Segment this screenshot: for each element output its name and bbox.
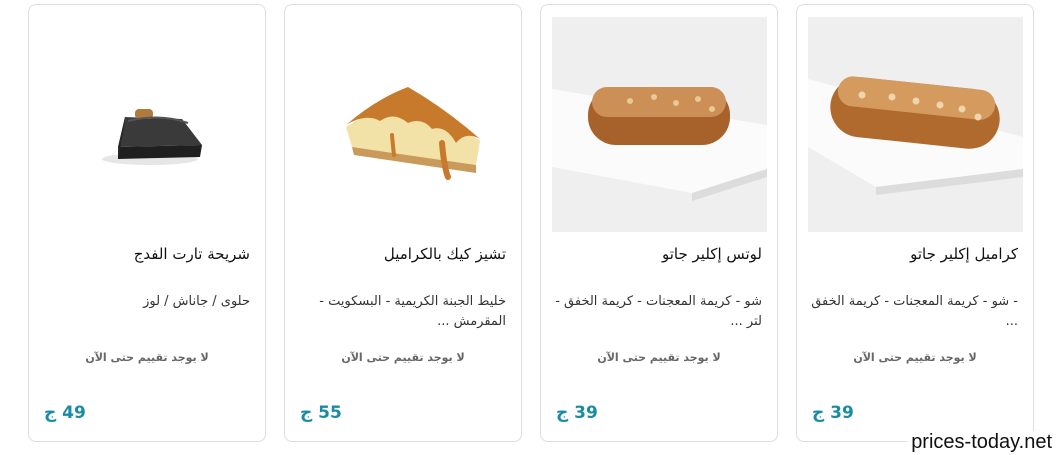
lotus-eclair-image <box>552 87 767 201</box>
rating-status: لا يوجد تقييم حتى الآن <box>341 351 465 364</box>
product-description: خليط الجبنة الكريمية - البسكويت - المقرم… <box>319 294 506 329</box>
product-price: 39 ج <box>556 403 598 423</box>
product-description: حلوى / جاناش / لوز <box>143 294 250 309</box>
fudge-tart-image <box>102 109 202 165</box>
product-title[interactable]: شريحة تارت الفدج <box>42 243 250 265</box>
product-card-fudge-tart[interactable]: شريحة تارت الفدج حلوى / جاناش / لوز لا ي… <box>28 4 266 442</box>
cheesecake-image <box>346 87 480 180</box>
site-watermark: prices-today.net <box>907 431 1056 454</box>
product-description: شو - كريمة المعجنات - كريمة الخفق - لتر … <box>555 294 762 329</box>
product-card-caramel-eclair[interactable]: كراميل إكلير جاتو - شو - كريمة المعجنات … <box>796 4 1034 442</box>
product-grid: شريحة تارت الفدج حلوى / جاناش / لوز لا ي… <box>0 0 1058 455</box>
rating-status: لا يوجد تقييم حتى الآن <box>85 351 209 364</box>
product-card-lotus-eclair[interactable]: لوتس إكلير جاتو شو - كريمة المعجنات - كر… <box>540 4 778 442</box>
product-image[interactable] <box>552 17 767 232</box>
product-title[interactable]: كراميل إكلير جاتو <box>810 243 1018 265</box>
product-title[interactable]: لوتس إكلير جاتو <box>554 243 762 265</box>
product-title[interactable]: تشيز كيك بالكراميل <box>298 243 506 265</box>
product-image[interactable] <box>808 17 1023 232</box>
rating-status: لا يوجد تقييم حتى الآن <box>853 351 977 364</box>
product-image[interactable] <box>296 17 511 232</box>
product-image[interactable] <box>40 17 255 232</box>
product-price: 55 ج <box>300 403 342 423</box>
product-price: 49 ج <box>44 403 86 423</box>
product-card-caramel-cheesecake[interactable]: تشيز كيك بالكراميل خليط الجبنة الكريمية … <box>284 4 522 442</box>
product-description: - شو - كريمة المعجنات - كريمة الخفق ... <box>811 294 1018 329</box>
product-price: 39 ج <box>812 403 854 423</box>
caramel-eclair-image <box>808 76 1023 195</box>
rating-status: لا يوجد تقييم حتى الآن <box>597 351 721 364</box>
